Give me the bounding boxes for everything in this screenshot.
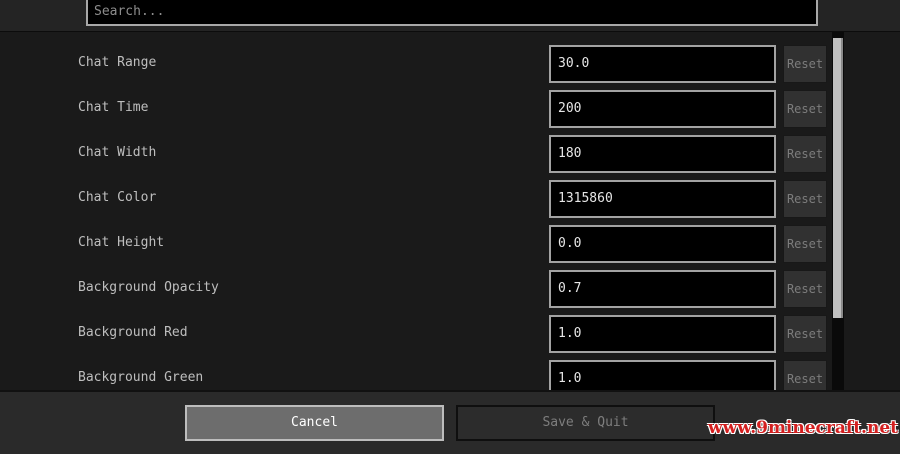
setting-row-chat-range: Chat Range 30.0 Reset: [0, 45, 832, 85]
reset-button[interactable]: Reset: [783, 225, 827, 263]
reset-button[interactable]: Reset: [783, 180, 827, 218]
setting-label: Background Opacity: [78, 280, 219, 295]
reset-button[interactable]: Reset: [783, 270, 827, 308]
setting-value-field[interactable]: 0.0: [549, 225, 776, 263]
search-input[interactable]: Search...: [86, 0, 818, 26]
setting-label: Chat Range: [78, 55, 157, 70]
setting-label: Chat Color: [78, 190, 157, 205]
setting-label: Chat Height: [78, 235, 165, 250]
settings-list: Chat Range 30.0 Reset Chat Time 200 Rese…: [0, 32, 900, 398]
reset-button[interactable]: Reset: [783, 45, 827, 83]
scrollbar[interactable]: [832, 32, 844, 390]
setting-value-field[interactable]: 1315860: [549, 180, 776, 218]
setting-value-field[interactable]: 30.0: [549, 45, 776, 83]
setting-row-chat-color: Chat Color 1315860 Reset: [0, 180, 832, 220]
setting-row-background-opacity: Background Opacity 0.7 Reset: [0, 270, 832, 310]
setting-value-field[interactable]: 1.0: [549, 315, 776, 353]
scrollbar-thumb[interactable]: [833, 38, 843, 318]
setting-row-background-red: Background Red 1.0 Reset: [0, 315, 832, 355]
setting-label: Background Green: [78, 370, 204, 385]
setting-row-chat-width: Chat Width 180 Reset: [0, 135, 832, 175]
setting-row-chat-height: Chat Height 0.0 Reset: [0, 225, 832, 265]
setting-value-field[interactable]: 200: [549, 90, 776, 128]
setting-label: Background Red: [78, 325, 188, 340]
reset-button[interactable]: Reset: [783, 315, 827, 353]
watermark: www.9minecraft.net: [708, 418, 898, 438]
setting-value-field[interactable]: 0.7: [549, 270, 776, 308]
reset-button[interactable]: Reset: [783, 90, 827, 128]
reset-button[interactable]: Reset: [783, 135, 827, 173]
setting-label: Chat Time: [78, 100, 149, 115]
cancel-button[interactable]: Cancel: [185, 405, 444, 441]
save-quit-button[interactable]: Save & Quit: [456, 405, 715, 441]
setting-label: Chat Width: [78, 145, 157, 160]
setting-value-field[interactable]: 180: [549, 135, 776, 173]
setting-row-chat-time: Chat Time 200 Reset: [0, 90, 832, 130]
search-bar-area: Search...: [0, 0, 900, 32]
